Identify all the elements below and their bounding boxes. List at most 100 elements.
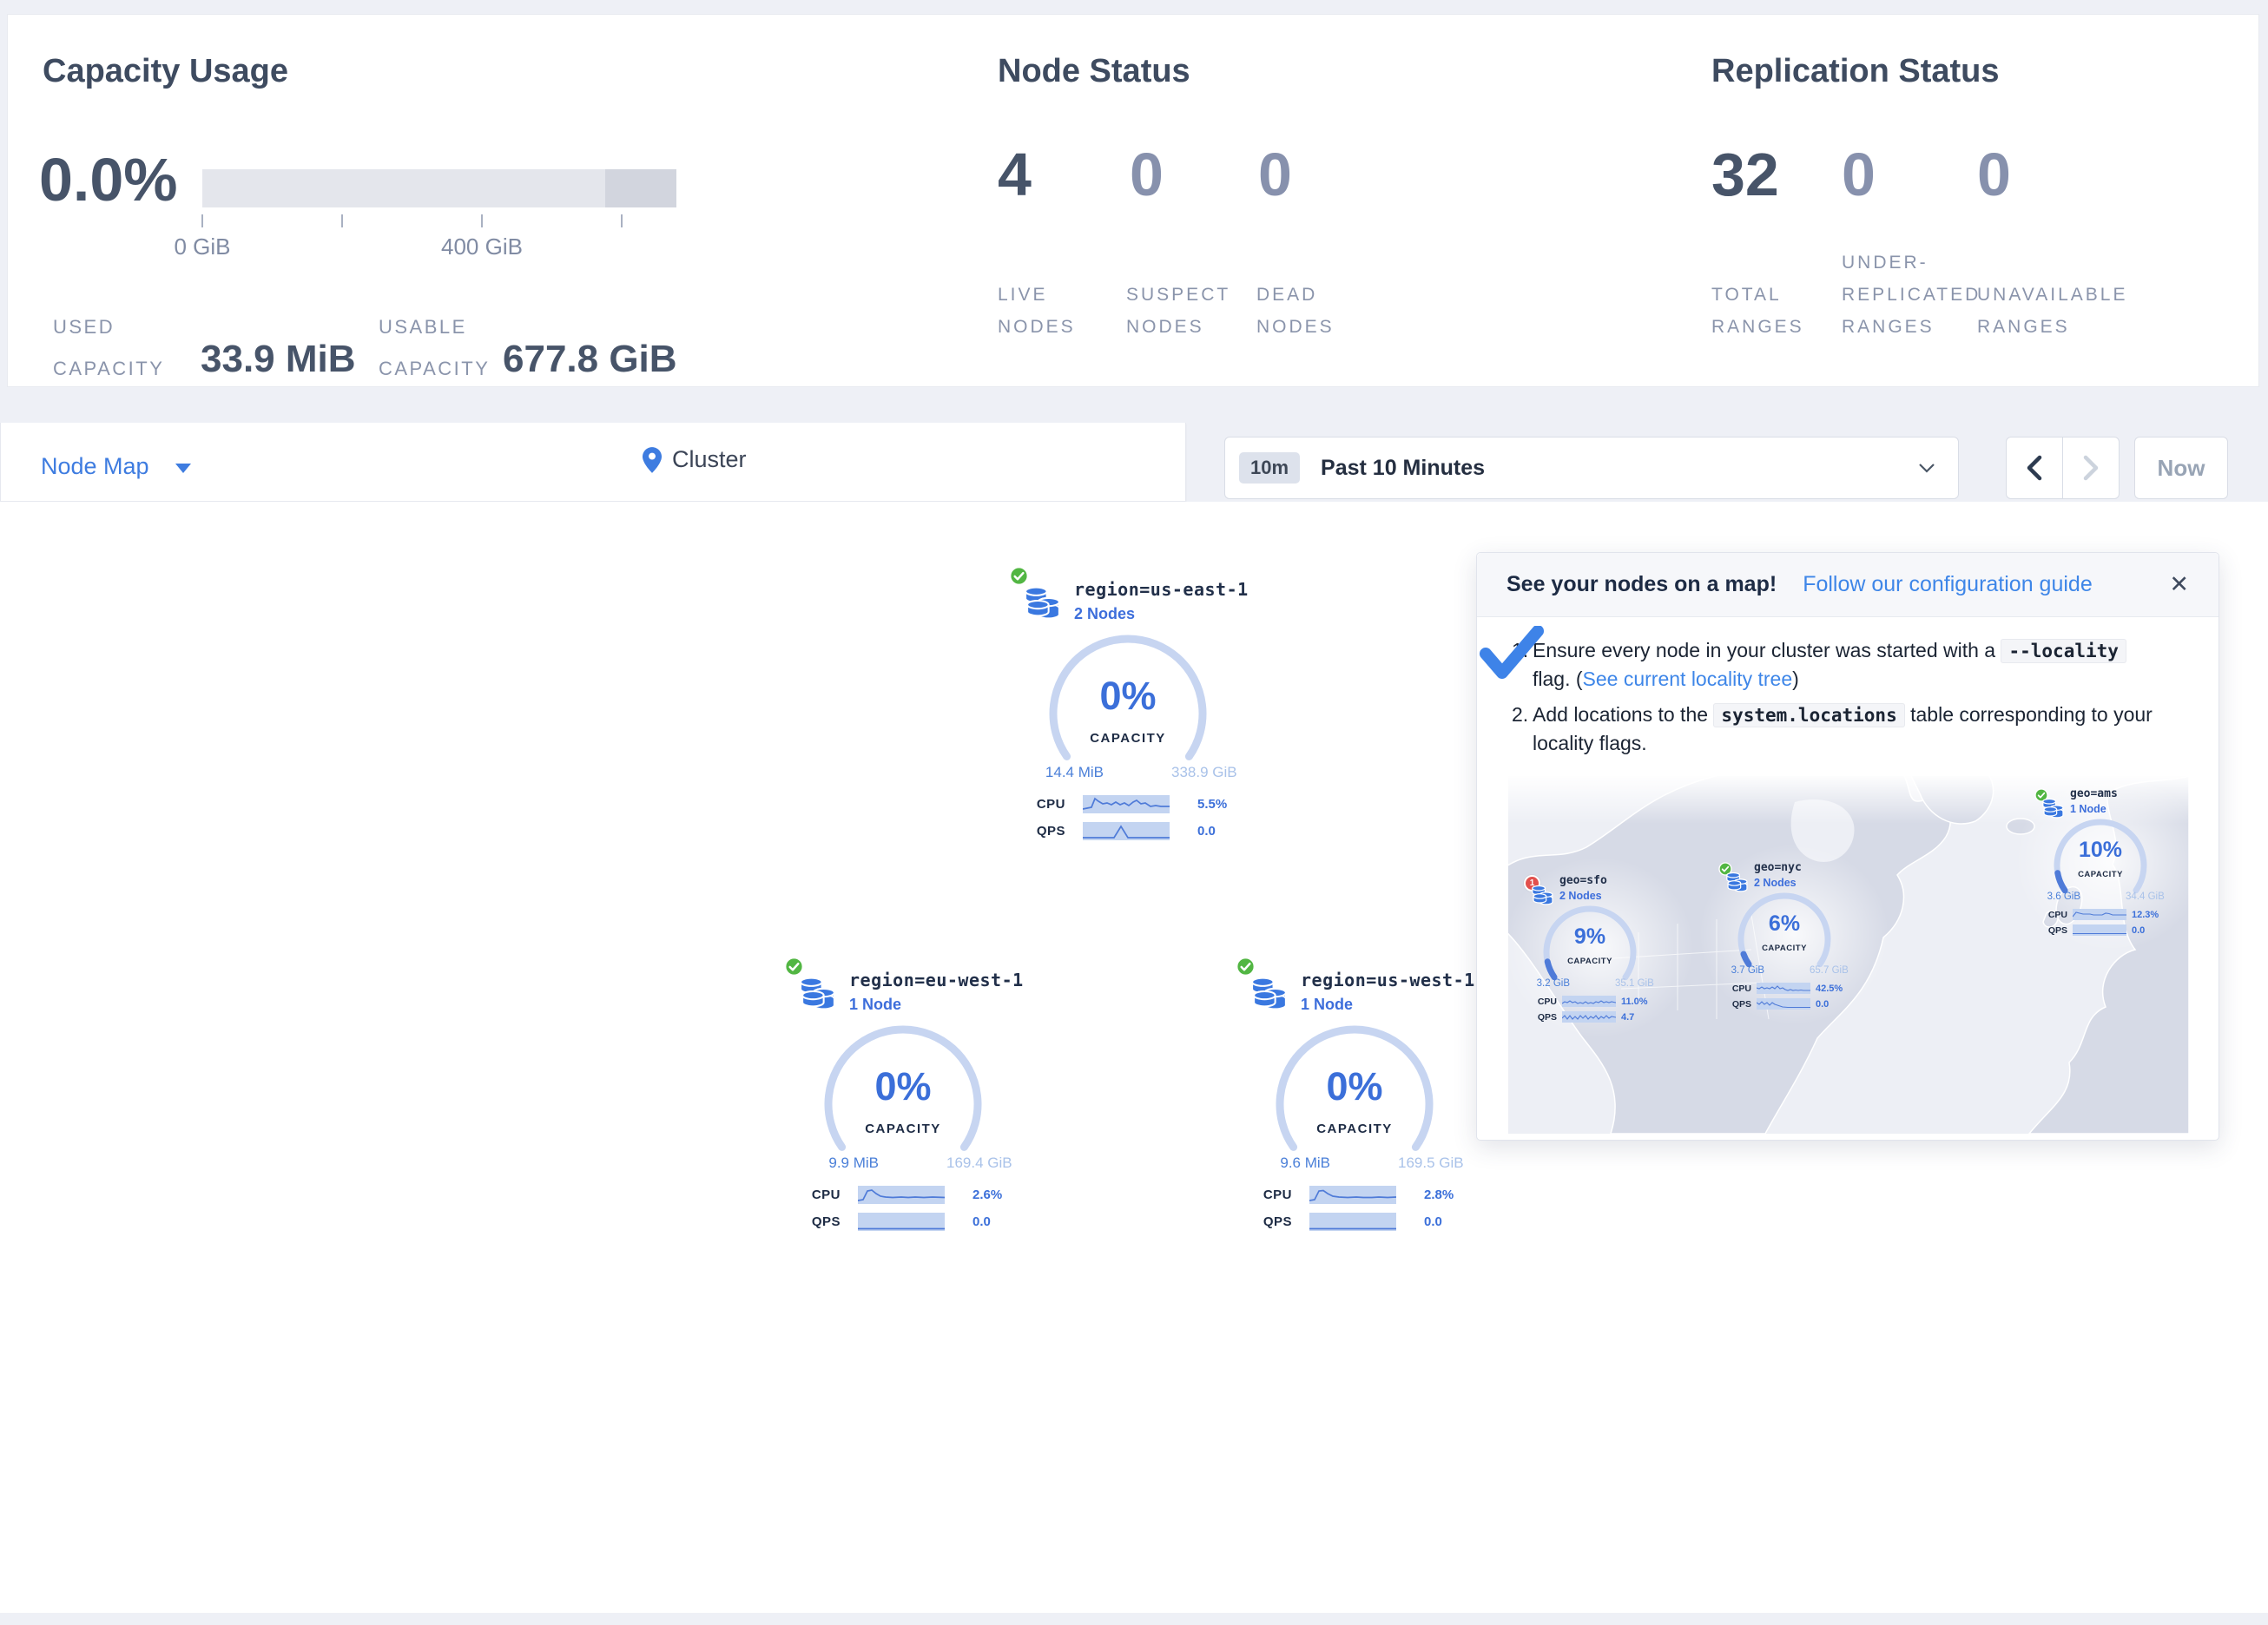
time-range-dropdown[interactable]: 10m Past 10 Minutes [1224, 437, 1959, 499]
used-capacity-value: 33.9 MiB [201, 338, 356, 381]
under-replicated-label: UNDER- REPLICATED RANGES [1842, 253, 1981, 349]
prev-time-button[interactable] [2007, 438, 2063, 498]
capacity-percent-value: 0% [1063, 674, 1193, 719]
cpu-sparkline [858, 1186, 945, 1204]
used-capacity: 14.4 MiB [998, 764, 1104, 781]
region-title: region=us-east-1 [1074, 579, 1249, 600]
locality-tree-link[interactable]: See current locality tree [1583, 668, 1793, 690]
qps-label: QPS [1533, 1012, 1557, 1023]
axis-tick [481, 214, 483, 227]
cpu-value: 5.5% [1197, 797, 1227, 812]
setup-step-1: 1.Ensure every node in your cluster was … [1512, 636, 2154, 693]
cluster-summary-panel: Capacity Usage 0.0% 0 GiB 400 GiB USED C… [7, 14, 2259, 387]
region-node-count: 2 Nodes [1754, 877, 1797, 889]
unavailable-label: UNAVAILABLE RANGES [1977, 253, 2127, 349]
region-node-count: 2 Nodes [1074, 605, 1135, 623]
qps-sparkline [1757, 998, 1810, 1010]
total-capacity: 169.4 GiB [946, 1155, 1012, 1172]
cpu-value: 12.3% [2132, 910, 2159, 920]
qps-label: QPS [1032, 824, 1065, 839]
step-text: ) [1792, 668, 1799, 690]
map-pin-icon [643, 447, 662, 473]
capacity-percent-value: 9% [1546, 924, 1633, 950]
region-title: region=us-west-1 [1301, 970, 1475, 990]
used-capacity: 3.7 GiB [1715, 965, 1764, 976]
capacity-word: CAPACITY [1289, 1122, 1420, 1136]
mini-region-card-nyc: geo=nyc 2 Nodes 6% CAPACITY 3.7 GiB 65.7… [1715, 856, 1871, 1016]
blue-checkmark-icon [1479, 626, 1545, 680]
used-capacity-label: USED CAPACITY [53, 306, 164, 390]
under-replicated-count: 0 [1842, 140, 1876, 209]
total-capacity: 338.9 GiB [1171, 764, 1237, 781]
cpu-label: CPU [1259, 1188, 1292, 1202]
cpu-label: CPU [2043, 910, 2067, 920]
time-range-badge: 10m [1239, 452, 1300, 484]
capacity-bar [202, 169, 676, 207]
total-capacity: 65.7 GiB [1810, 965, 1849, 976]
axis-tick [341, 214, 343, 227]
capacity-bar-reserved [605, 169, 676, 207]
total-capacity: 169.5 GiB [1398, 1155, 1464, 1172]
code-locality-flag: --locality [2001, 639, 2126, 663]
usable-capacity-label: USABLE CAPACITY [379, 306, 490, 390]
mini-region-card-sfo: 1 geo=sfo 2 Nodes 9% CAPACITY 3.2 GiB 35… [1520, 869, 1677, 1030]
region-node-count: 1 Node [849, 996, 901, 1014]
node-map-dropdown[interactable]: Node Map [41, 453, 191, 480]
qps-sparkline [2073, 924, 2126, 936]
chevron-down-icon [175, 464, 191, 473]
now-button[interactable]: Now [2134, 437, 2228, 499]
axis-tick-label: 400 GiB [412, 234, 551, 260]
replication-status-title: Replication Status [1711, 53, 2000, 90]
capacity-word: CAPACITY [1546, 957, 1633, 966]
mini-region-card-ams: geo=ams 1 Node 10% CAPACITY 3.6 GiB 34.4… [2031, 782, 2187, 943]
capacity-word: CAPACITY [1741, 944, 1828, 953]
cpu-label: CPU [1032, 797, 1065, 812]
region-title: geo=sfo [1559, 874, 1607, 887]
live-nodes-count: 4 [998, 140, 1032, 209]
breadcrumb[interactable]: Cluster [643, 446, 747, 473]
step-text: Add locations to the [1533, 703, 1713, 726]
close-icon[interactable]: ✕ [2169, 571, 2189, 598]
region-card-us-west-1[interactable]: region=us-west-1 1 Node 0% CAPACITY 9.6 … [1224, 946, 1502, 1246]
qps-label: QPS [808, 1214, 841, 1229]
capacity-percent-value: 0% [838, 1064, 968, 1109]
unavailable-count: 0 [1977, 140, 2011, 209]
configuration-guide-link[interactable]: Follow our configuration guide [1803, 572, 2093, 597]
setup-steps: 1.Ensure every node in your cluster was … [1512, 636, 2154, 765]
qps-sparkline [858, 1213, 945, 1231]
next-time-button[interactable] [2063, 438, 2119, 498]
qps-label: QPS [1727, 999, 1751, 1010]
database-nodes-icon [1023, 581, 1064, 622]
total-capacity: 35.1 GiB [1615, 978, 1654, 989]
chevron-right-icon [2081, 455, 2100, 481]
step-text: Ensure every node in your cluster was st… [1533, 639, 2001, 661]
usable-capacity-value: 677.8 GiB [503, 338, 677, 381]
qps-value: 0.0 [972, 1214, 991, 1229]
used-capacity: 3.2 GiB [1520, 978, 1570, 989]
region-card-eu-west-1[interactable]: region=eu-west-1 1 Node 0% CAPACITY 9.9 … [773, 946, 1051, 1246]
database-nodes-icon [1531, 882, 1555, 906]
capacity-word: CAPACITY [838, 1122, 968, 1136]
code-system-locations: system.locations [1713, 703, 1904, 727]
used-capacity: 9.6 MiB [1224, 1155, 1330, 1172]
total-ranges-label: TOTAL RANGES [1711, 253, 1804, 349]
cpu-value: 42.5% [1816, 984, 1843, 994]
qps-sparkline [1562, 1011, 1616, 1023]
qps-label: QPS [2043, 925, 2067, 936]
suspect-nodes-count: 0 [1130, 140, 1164, 209]
capacity-word: CAPACITY [1063, 731, 1193, 746]
region-title: geo=ams [2070, 787, 2118, 800]
node-map-page: Capacity Usage 0.0% 0 GiB 400 GiB USED C… [0, 0, 2268, 1625]
database-nodes-icon [798, 971, 839, 1012]
capacity-percent-value: 6% [1741, 911, 1828, 937]
cpu-label: CPU [1533, 997, 1557, 1007]
region-node-count: 1 Node [1301, 996, 1353, 1014]
qps-label: QPS [1259, 1214, 1292, 1229]
view-dropdown-label: Node Map [41, 453, 149, 480]
database-nodes-icon [2041, 795, 2066, 819]
dead-nodes-count: 0 [1258, 140, 1292, 209]
region-card-us-east-1[interactable]: region=us-east-1 2 Nodes 0% CAPACITY 14.… [998, 556, 1276, 855]
cpu-sparkline [1083, 795, 1170, 813]
popup-header: See your nodes on a map! Follow our conf… [1477, 553, 2219, 617]
dead-nodes-label: DEAD NODES [1256, 253, 1335, 349]
